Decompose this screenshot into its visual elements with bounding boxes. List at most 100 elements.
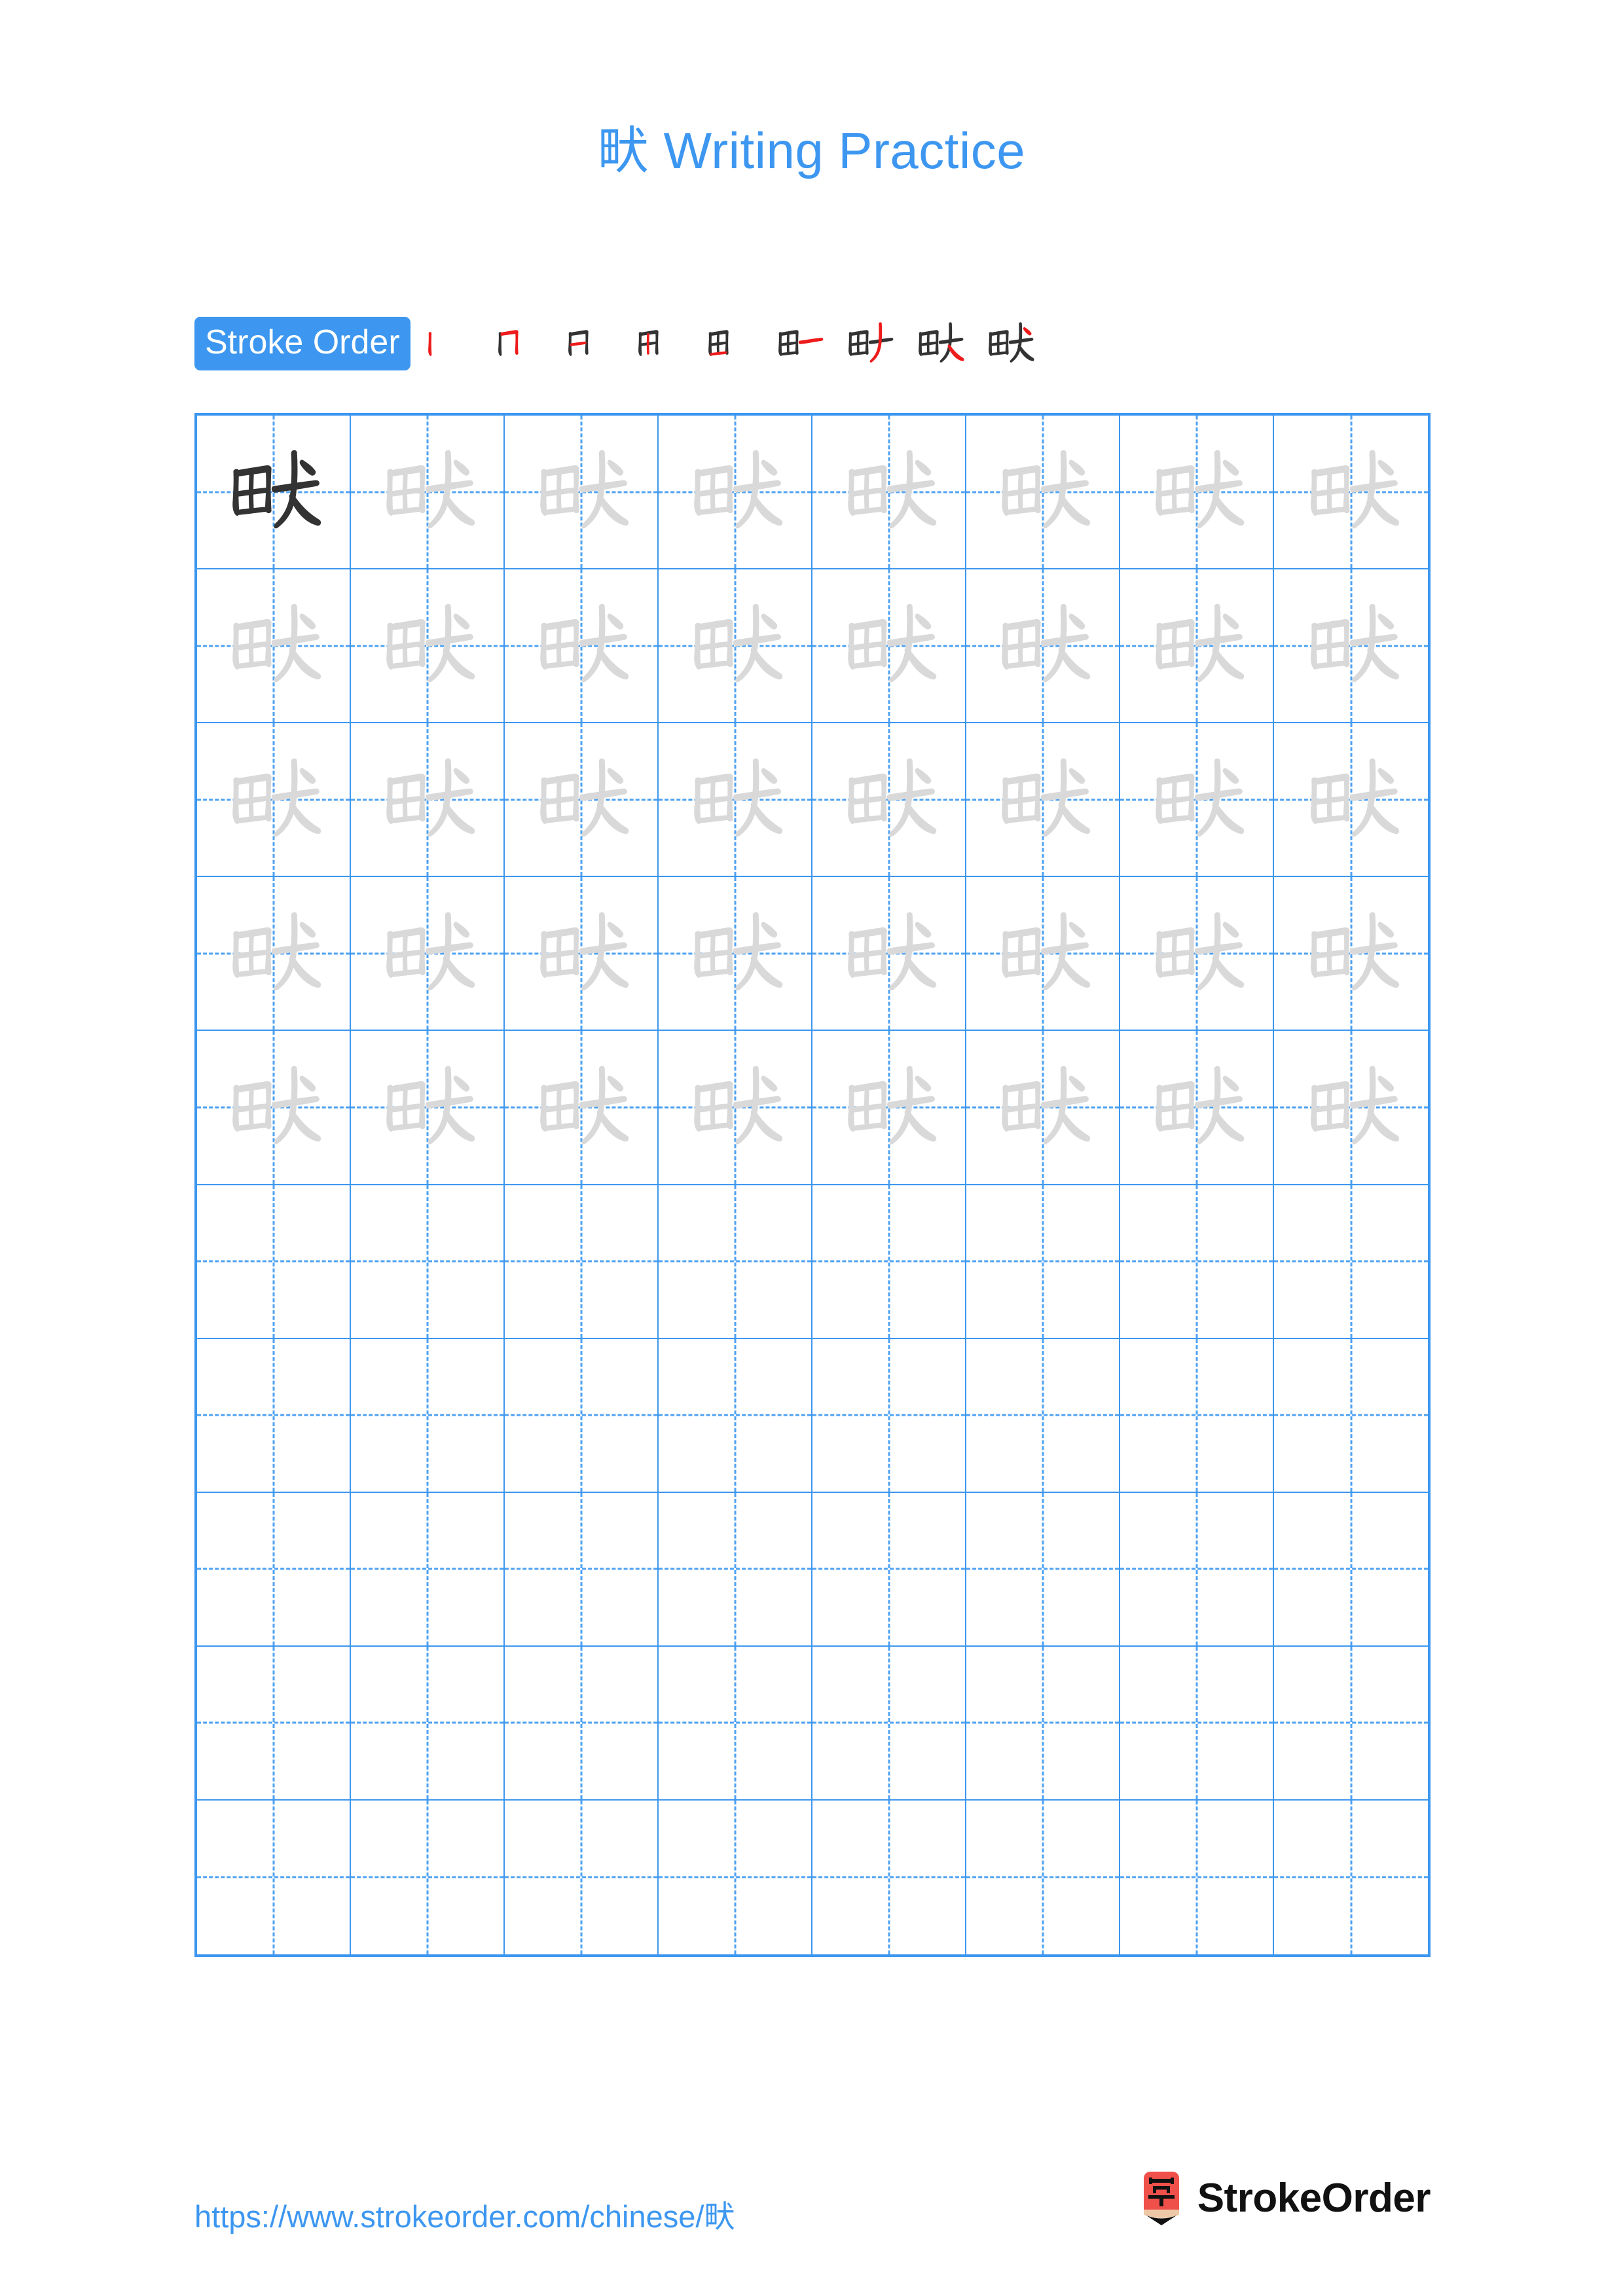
practice-cell-r6-c8[interactable] [1274, 1185, 1428, 1339]
practice-cell-r6-c1[interactable] [197, 1185, 351, 1339]
practice-cell-r5-c8[interactable] [1274, 1031, 1428, 1185]
practice-cell-r7-c7[interactable] [1120, 1338, 1274, 1493]
practice-cell-r3-c5[interactable] [812, 723, 966, 878]
practice-cell-r2-c6[interactable] [966, 569, 1120, 724]
practice-cell-r1-c7[interactable] [1120, 416, 1274, 570]
trace-character [197, 723, 350, 876]
practice-cell-r5-c5[interactable] [812, 1031, 966, 1185]
practice-cell-r9-c1[interactable] [197, 1646, 351, 1801]
trace-character [659, 416, 811, 568]
practice-cell-r5-c6[interactable] [966, 1031, 1120, 1185]
practice-cell-r8-c2[interactable] [351, 1492, 505, 1647]
practice-cell-r7-c6[interactable] [966, 1338, 1120, 1493]
practice-cell-r2-c7[interactable] [1120, 569, 1274, 724]
practice-cell-r10-c1[interactable] [197, 1800, 351, 1954]
trace-character [1274, 1031, 1428, 1183]
practice-cell-r10-c2[interactable] [351, 1800, 505, 1954]
footer-url-link[interactable]: https://www.strokeorder.com/chinese/畎 [194, 2191, 735, 2236]
practice-cell-r2-c8[interactable] [1274, 569, 1428, 724]
practice-cell-r5-c1[interactable] [197, 1031, 351, 1185]
practice-cell-r8-c7[interactable] [1120, 1492, 1274, 1647]
trace-character [351, 877, 503, 1030]
practice-cell-r2-c4[interactable] [659, 569, 812, 724]
practice-cell-r9-c2[interactable] [351, 1646, 505, 1801]
practice-cell-r5-c2[interactable] [351, 1031, 505, 1185]
practice-cell-r3-c4[interactable] [659, 723, 812, 878]
practice-cell-r10-c8[interactable] [1274, 1801, 1428, 1954]
practice-cell-r4-c6[interactable] [966, 877, 1120, 1031]
practice-cell-r6-c4[interactable] [659, 1185, 812, 1339]
practice-cell-r1-c8[interactable] [1274, 416, 1428, 570]
practice-cell-r4-c8[interactable] [1274, 877, 1428, 1031]
practice-cell-r10-c6[interactable] [966, 1800, 1120, 1954]
practice-cell-r9-c4[interactable] [659, 1646, 812, 1801]
trace-character [197, 877, 350, 1030]
practice-cell-r6-c5[interactable] [812, 1185, 966, 1339]
trace-character [1120, 723, 1273, 876]
practice-cell-r4-c3[interactable] [505, 877, 659, 1031]
practice-cell-r8-c6[interactable] [966, 1492, 1120, 1647]
practice-cell-r1-c5[interactable] [812, 416, 966, 570]
trace-character [812, 416, 965, 568]
practice-cell-r1-c1[interactable] [197, 416, 351, 570]
practice-cell-r2-c1[interactable] [197, 569, 351, 724]
practice-cell-r6-c7[interactable] [1120, 1185, 1274, 1339]
practice-cell-r7-c5[interactable] [812, 1338, 966, 1493]
practice-cell-r6-c2[interactable] [351, 1185, 505, 1339]
practice-cell-r6-c3[interactable] [505, 1185, 659, 1339]
practice-cell-r1-c2[interactable] [351, 416, 505, 570]
practice-cell-r10-c5[interactable] [812, 1800, 966, 1954]
practice-cell-r4-c4[interactable] [659, 877, 812, 1031]
practice-cell-r5-c7[interactable] [1120, 1031, 1274, 1185]
practice-cell-r1-c4[interactable] [659, 416, 812, 570]
practice-cell-r9-c6[interactable] [966, 1646, 1120, 1801]
practice-cell-r9-c5[interactable] [812, 1646, 966, 1801]
practice-cell-r3-c8[interactable] [1274, 723, 1428, 878]
trace-character [659, 569, 811, 722]
practice-cell-r6-c6[interactable] [966, 1185, 1120, 1339]
practice-cell-r7-c3[interactable] [505, 1338, 659, 1493]
practice-cell-r10-c4[interactable] [659, 1800, 812, 1954]
practice-cell-r3-c3[interactable] [505, 723, 659, 878]
stroke-order-steps [414, 311, 1045, 376]
trace-character [1120, 877, 1273, 1030]
stroke-order-step-4 [625, 311, 695, 376]
trace-character [966, 569, 1119, 722]
practice-cell-r1-c6[interactable] [966, 416, 1120, 570]
trace-character [197, 569, 350, 722]
practice-cell-r4-c7[interactable] [1120, 877, 1274, 1031]
practice-cell-r9-c3[interactable] [505, 1646, 659, 1801]
practice-cell-r3-c2[interactable] [351, 723, 505, 878]
practice-cell-r3-c1[interactable] [197, 723, 351, 878]
practice-cell-r7-c8[interactable] [1274, 1339, 1428, 1493]
practice-cell-r4-c5[interactable] [812, 877, 966, 1031]
practice-cell-r10-c7[interactable] [1120, 1800, 1274, 1954]
practice-cell-r3-c7[interactable] [1120, 723, 1274, 878]
practice-cell-r8-c1[interactable] [197, 1492, 351, 1647]
practice-cell-r8-c5[interactable] [812, 1492, 966, 1647]
practice-cell-r2-c3[interactable] [505, 569, 659, 724]
practice-cell-r8-c3[interactable] [505, 1492, 659, 1647]
practice-cell-r9-c7[interactable] [1120, 1646, 1274, 1801]
page-title-character: 畎 [597, 122, 649, 181]
trace-character [966, 877, 1119, 1030]
practice-cell-r2-c2[interactable] [351, 569, 505, 724]
practice-cell-r9-c8[interactable] [1274, 1647, 1428, 1801]
practice-cell-r4-c2[interactable] [351, 877, 505, 1031]
trace-character [351, 723, 503, 876]
practice-cell-r7-c1[interactable] [197, 1338, 351, 1493]
trace-character [197, 1031, 350, 1183]
stroke-order-badge: Stroke Order [194, 317, 410, 370]
practice-cell-r3-c6[interactable] [966, 723, 1120, 878]
practice-cell-r1-c3[interactable] [505, 416, 659, 570]
practice-cell-r5-c4[interactable] [659, 1031, 812, 1185]
practice-cell-r7-c2[interactable] [351, 1338, 505, 1493]
practice-cell-r5-c3[interactable] [505, 1031, 659, 1185]
practice-cell-r8-c8[interactable] [1274, 1493, 1428, 1647]
practice-cell-r10-c3[interactable] [505, 1800, 659, 1954]
practice-cell-r7-c4[interactable] [659, 1338, 812, 1493]
practice-cell-r8-c4[interactable] [659, 1492, 812, 1647]
practice-cell-r2-c5[interactable] [812, 569, 966, 724]
trace-character [1120, 569, 1273, 722]
practice-cell-r4-c1[interactable] [197, 877, 351, 1031]
